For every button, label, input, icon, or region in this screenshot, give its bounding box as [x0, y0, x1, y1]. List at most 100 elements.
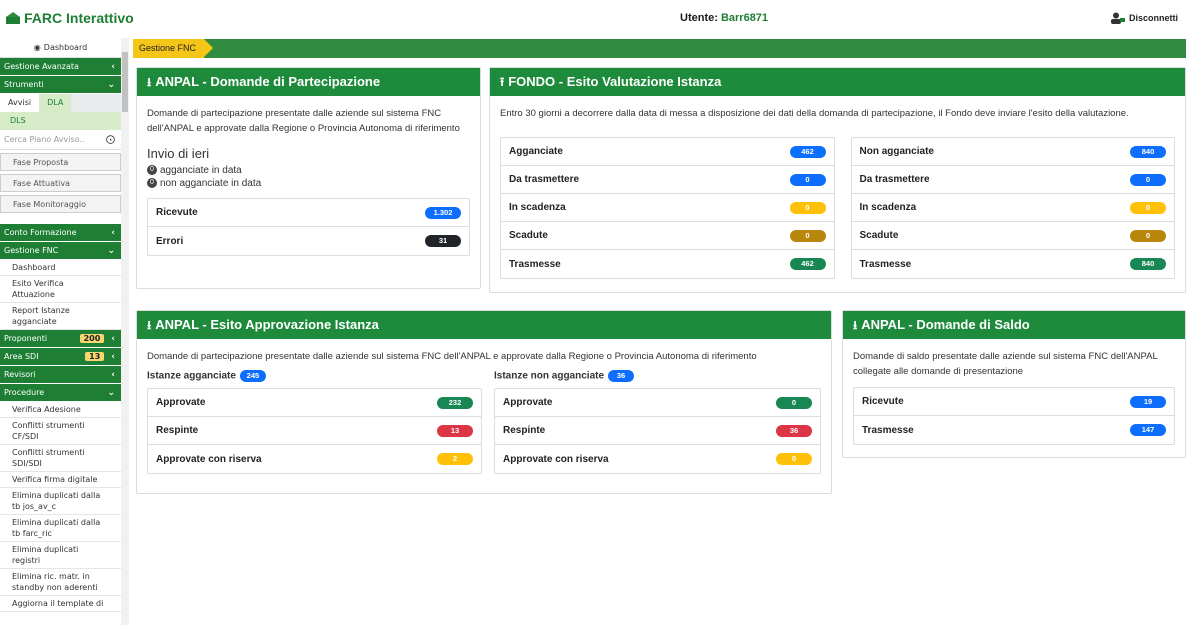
- section-label: Istanze agganciate: [147, 370, 236, 382]
- count-badge: 245: [239, 370, 266, 382]
- list-item[interactable]: Approvate con riserva 2: [148, 445, 481, 473]
- card-title: ANPAL - Domande di Saldo: [861, 317, 1030, 332]
- top-bar: FARC Interattivo Utente: Barr6871 Discon…: [0, 0, 1186, 38]
- scrollbar-thumb[interactable]: [122, 52, 128, 112]
- row-badge: 0: [776, 453, 812, 465]
- card-esito-approvazione: ⭳ ANPAL - Esito Approvazione Istanza Doma…: [136, 310, 832, 494]
- plan-search[interactable]: Cerca Piano Avviso.. ⨀: [0, 130, 121, 150]
- row-label: Trasmesse: [862, 424, 914, 436]
- search-input[interactable]: Cerca Piano Avviso..: [4, 135, 84, 144]
- list-item[interactable]: Trasmesse 462: [501, 250, 834, 278]
- sidebar-item-gestione-fnc[interactable]: Gestione FNC ⌄: [0, 242, 121, 260]
- list-item[interactable]: Non agganciate 840: [851, 138, 1174, 166]
- row-badge: 0: [789, 229, 826, 242]
- row-label: Trasmesse: [509, 258, 561, 270]
- row-label: Da trasmettere: [859, 174, 930, 185]
- sidebar-item-gestione-avanzata[interactable]: Gestione Avanzata ‹: [0, 58, 121, 76]
- sidebar-item-esito-verifica[interactable]: Esito Verifica Attuazione: [0, 276, 121, 303]
- card-header: ⭱ FONDO - Esito Valutazione Istanza: [490, 68, 1185, 96]
- list-item[interactable]: Trasmesse 147: [854, 416, 1174, 444]
- row-badge: 462: [789, 145, 826, 158]
- non-agganciate-line: 0 non agganciate in data: [147, 178, 470, 189]
- list-item[interactable]: Respinte 36: [495, 417, 820, 445]
- tab-dla[interactable]: DLA: [39, 94, 72, 112]
- row-badge: 840: [1130, 145, 1166, 158]
- sidebar-item-strumenti[interactable]: Strumenti ⌄: [0, 76, 121, 94]
- sidebar-item-procedure-7[interactable]: Elimina ric. matr. in standby non aderen…: [0, 569, 121, 596]
- sidebar-scrollbar[interactable]: [121, 38, 129, 625]
- sidebar-item-revisori[interactable]: Revisori ‹: [0, 366, 121, 384]
- list-item[interactable]: Scadute 0: [501, 222, 834, 250]
- row-badge: 13: [437, 424, 473, 437]
- card-header: ⭳ ANPAL - Esito Approvazione Istanza: [137, 311, 831, 339]
- list-item[interactable]: Respinte 13: [148, 417, 481, 445]
- chevron-down-icon: ⌄: [107, 79, 115, 90]
- list-item[interactable]: Agganciate 462: [501, 138, 834, 166]
- fase-monitoraggio-button[interactable]: Fase Monitoraggio: [0, 195, 121, 213]
- download-icon: ⭳: [853, 318, 858, 332]
- fondo-left-list: Agganciate 462 Da trasmettere 0 In scadenz…: [500, 137, 835, 279]
- row-badge: 2: [437, 453, 473, 465]
- row-badge: 0: [789, 201, 826, 214]
- row-label: Errori: [156, 235, 184, 247]
- sidebar-item-conto-formazione[interactable]: Conto Formazione ‹: [0, 224, 121, 242]
- list-item[interactable]: Trasmesse 840: [852, 250, 1175, 278]
- fondo-right-list: Non agganciate 840 Da trasmettere 0 In sca…: [850, 137, 1175, 279]
- sidebar-item-label: Area SDI: [4, 352, 39, 361]
- sidebar-item-proponenti[interactable]: Proponenti 200 ‹: [0, 330, 121, 348]
- sidebar-item-fnc-dashboard[interactable]: Dashboard: [0, 260, 121, 276]
- chevron-left-icon: ‹: [111, 333, 115, 344]
- sidebar-item-procedure-3[interactable]: Verifica firma digitale: [0, 472, 121, 488]
- logout-button[interactable]: Disconnetti: [1110, 12, 1178, 24]
- card-title: FONDO - Esito Valutazione Istanza: [508, 74, 722, 89]
- row-label: Respinte: [503, 425, 546, 436]
- list-item[interactable]: Da trasmettere 0: [501, 166, 834, 194]
- list-item[interactable]: Ricevute 1.302: [148, 199, 469, 227]
- user-icon: [1110, 12, 1125, 24]
- sidebar-item-procedure[interactable]: Procedure ⌄: [0, 384, 121, 402]
- chevron-left-icon: ‹: [111, 369, 115, 380]
- sidebar-item-label: Gestione Avanzata: [4, 62, 79, 71]
- card-header: ⭳ ANPAL - Domande di Saldo: [843, 311, 1185, 339]
- line-text: non agganciate in data: [160, 178, 262, 189]
- tab-dls[interactable]: DLS: [0, 112, 121, 130]
- list-item[interactable]: Approvate con riserva 0: [495, 445, 820, 473]
- list-item[interactable]: In scadenza 0: [851, 194, 1174, 222]
- sidebar-item-procedure-0[interactable]: Verifica Adesione: [0, 402, 121, 418]
- list-item[interactable]: Approvate 0: [495, 389, 820, 417]
- search-icon[interactable]: ⨀: [106, 135, 115, 145]
- saldo-list: Ricevute 19 Trasmesse 147: [853, 387, 1175, 445]
- count-dot: 0: [147, 178, 157, 189]
- sidebar-item-dashboard[interactable]: ◉ Dashboard: [0, 38, 121, 58]
- agganciate-line: 0 agganciate in data: [147, 165, 470, 176]
- sidebar: ◉ Dashboard Gestione Avanzata ‹ Strument…: [0, 38, 121, 625]
- current-user: Utente: Barr6871: [680, 12, 768, 24]
- logout-label: Disconnetti: [1128, 13, 1178, 23]
- row-badge: 36: [776, 424, 812, 437]
- list-item[interactable]: Da trasmettere 0: [851, 166, 1174, 194]
- sidebar-item-procedure-5[interactable]: Elimina duplicati dalla tb farc_ric: [0, 515, 121, 542]
- row-label: Da trasmettere: [509, 174, 580, 185]
- list-item[interactable]: In scadenza 0: [501, 194, 834, 222]
- fase-proposta-button[interactable]: Fase Proposta: [0, 153, 121, 171]
- sidebar-item-area-sdi[interactable]: Area SDI 13 ‹: [0, 348, 121, 366]
- row-badge: 232: [437, 396, 473, 409]
- list-item[interactable]: Ricevute 19: [854, 388, 1174, 416]
- sidebar-item-procedure-4[interactable]: Elimina duplicati dalla tb jos_av_c: [0, 488, 121, 515]
- brand[interactable]: FARC Interattivo: [6, 10, 134, 26]
- fase-attuativa-button[interactable]: Fase Attuativa: [0, 174, 121, 192]
- sidebar-item-procedure-6[interactable]: Elimina duplicati registri: [0, 542, 121, 569]
- row-badge: 0: [789, 173, 826, 186]
- sidebar-item-label: Revisori: [4, 370, 36, 379]
- sidebar-item-procedure-1[interactable]: Conflitti strumenti CF/SDI: [0, 418, 121, 445]
- strumenti-tabs: Avvisi DLA: [0, 94, 121, 112]
- sidebar-item-procedure-8[interactable]: Aggiorna il template di: [0, 596, 121, 612]
- card-title: ANPAL - Domande di Partecipazione: [155, 74, 381, 89]
- list-item[interactable]: Approvate 232: [148, 389, 481, 417]
- tab-avvisi[interactable]: Avvisi: [0, 94, 40, 112]
- list-item[interactable]: Scadute 0: [851, 222, 1174, 250]
- breadcrumb-item[interactable]: Gestione FNC: [133, 39, 214, 58]
- sidebar-item-report-istanze[interactable]: Report Istanze agganciate: [0, 303, 121, 330]
- list-item[interactable]: Errori 31: [148, 227, 469, 255]
- sidebar-item-procedure-2[interactable]: Conflitti strumenti SDI/SDI: [0, 445, 121, 472]
